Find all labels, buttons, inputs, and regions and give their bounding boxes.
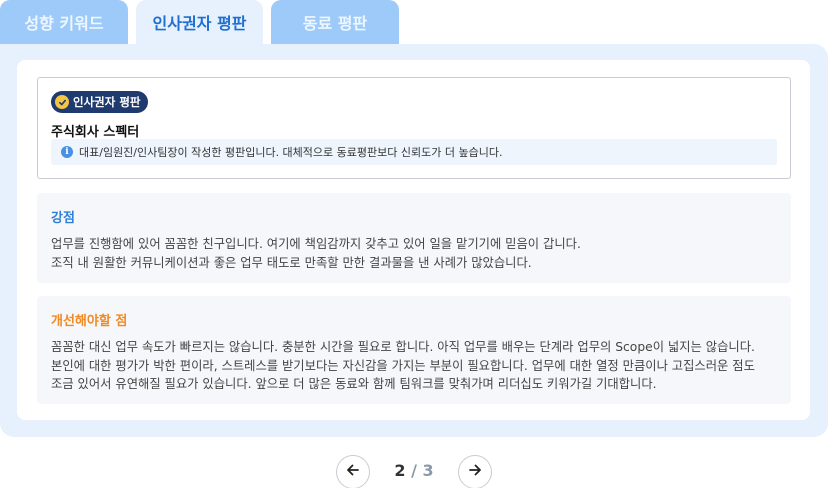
- page-indicator: 2 / 3: [380, 461, 448, 480]
- reviewer-type-badge: 인사권자 평판: [51, 91, 149, 113]
- arrow-left-icon: [345, 462, 361, 482]
- page-separator: /: [411, 461, 417, 480]
- tab-peer-reputation[interactable]: 동료 평판: [271, 0, 399, 44]
- strengths-body: 업무를 진행함에 있어 꼼꼼한 친구입니다. 여기에 책임감까지 갖추고 있어 …: [51, 235, 777, 272]
- prev-page-button[interactable]: [336, 455, 370, 488]
- improvements-title: 개선해야할 점: [51, 314, 128, 329]
- reputation-content: 인사권자 평판 주식회사 스펙터 i 대표/임원진/인사팀장이 작성한 평판입니…: [17, 60, 810, 420]
- info-note: i 대표/임원진/인사팀장이 작성한 평판입니다. 대체적으로 동료평판보다 신…: [51, 139, 777, 165]
- check-badge-icon: [55, 95, 69, 109]
- tab-hr-reputation[interactable]: 인사권자 평판: [136, 0, 263, 44]
- improvements-line: 꼼꼼한 대신 업무 속도가 빠르지는 않습니다. 충분한 시간을 필요로 합니다…: [51, 340, 755, 354]
- current-page: 2: [394, 461, 406, 480]
- pagination: 2 / 3: [0, 455, 828, 488]
- improvements-body: 꼼꼼한 대신 업무 속도가 빠르지는 않습니다. 충분한 시간을 필요로 합니다…: [51, 338, 777, 394]
- tab-bar: 성향 키워드 인사권자 평판 동료 평판: [0, 0, 828, 44]
- total-pages: 3: [422, 461, 434, 480]
- next-page-button[interactable]: [458, 455, 492, 488]
- strengths-section: 강점 업무를 진행함에 있어 꼼꼼한 친구입니다. 여기에 책임감까지 갖추고 …: [37, 193, 791, 283]
- tab-panel: 인사권자 평판 주식회사 스펙터 i 대표/임원진/인사팀장이 작성한 평판입니…: [0, 44, 828, 437]
- strengths-line: 업무를 진행함에 있어 꼼꼼한 친구입니다. 여기에 책임감까지 갖추고 있어 …: [51, 237, 581, 251]
- info-icon: i: [61, 146, 73, 158]
- improvements-line: 본인에 대한 평가가 박한 편이라, 스트레스를 받기보다는 자신감을 가지는 …: [51, 358, 755, 373]
- reviewer-card: 인사권자 평판 주식회사 스펙터 i 대표/임원진/인사팀장이 작성한 평판입니…: [37, 77, 791, 179]
- strengths-line: 조직 내 원활한 커뮤니케이션과 좋은 업무 태도로 만족할 만한 결과물을 낸…: [51, 255, 532, 270]
- info-note-text: 대표/임원진/인사팀장이 작성한 평판입니다. 대체적으로 동료평판보다 신뢰도…: [79, 146, 503, 159]
- arrow-right-icon: [467, 462, 483, 482]
- strengths-title: 강점: [51, 211, 75, 226]
- improvements-section: 개선해야할 점 꼼꼼한 대신 업무 속도가 빠르지는 않습니다. 충분한 시간을…: [37, 296, 791, 404]
- company-name: 주식회사 스펙터: [51, 125, 140, 140]
- improvements-line: 조금 있어서 유연해질 필요가 있습니다. 앞으로 더 많은 동료와 함께 팀워…: [51, 377, 657, 391]
- badge-label: 인사권자 평판: [73, 95, 141, 109]
- tab-personality-keywords[interactable]: 성향 키워드: [0, 0, 128, 44]
